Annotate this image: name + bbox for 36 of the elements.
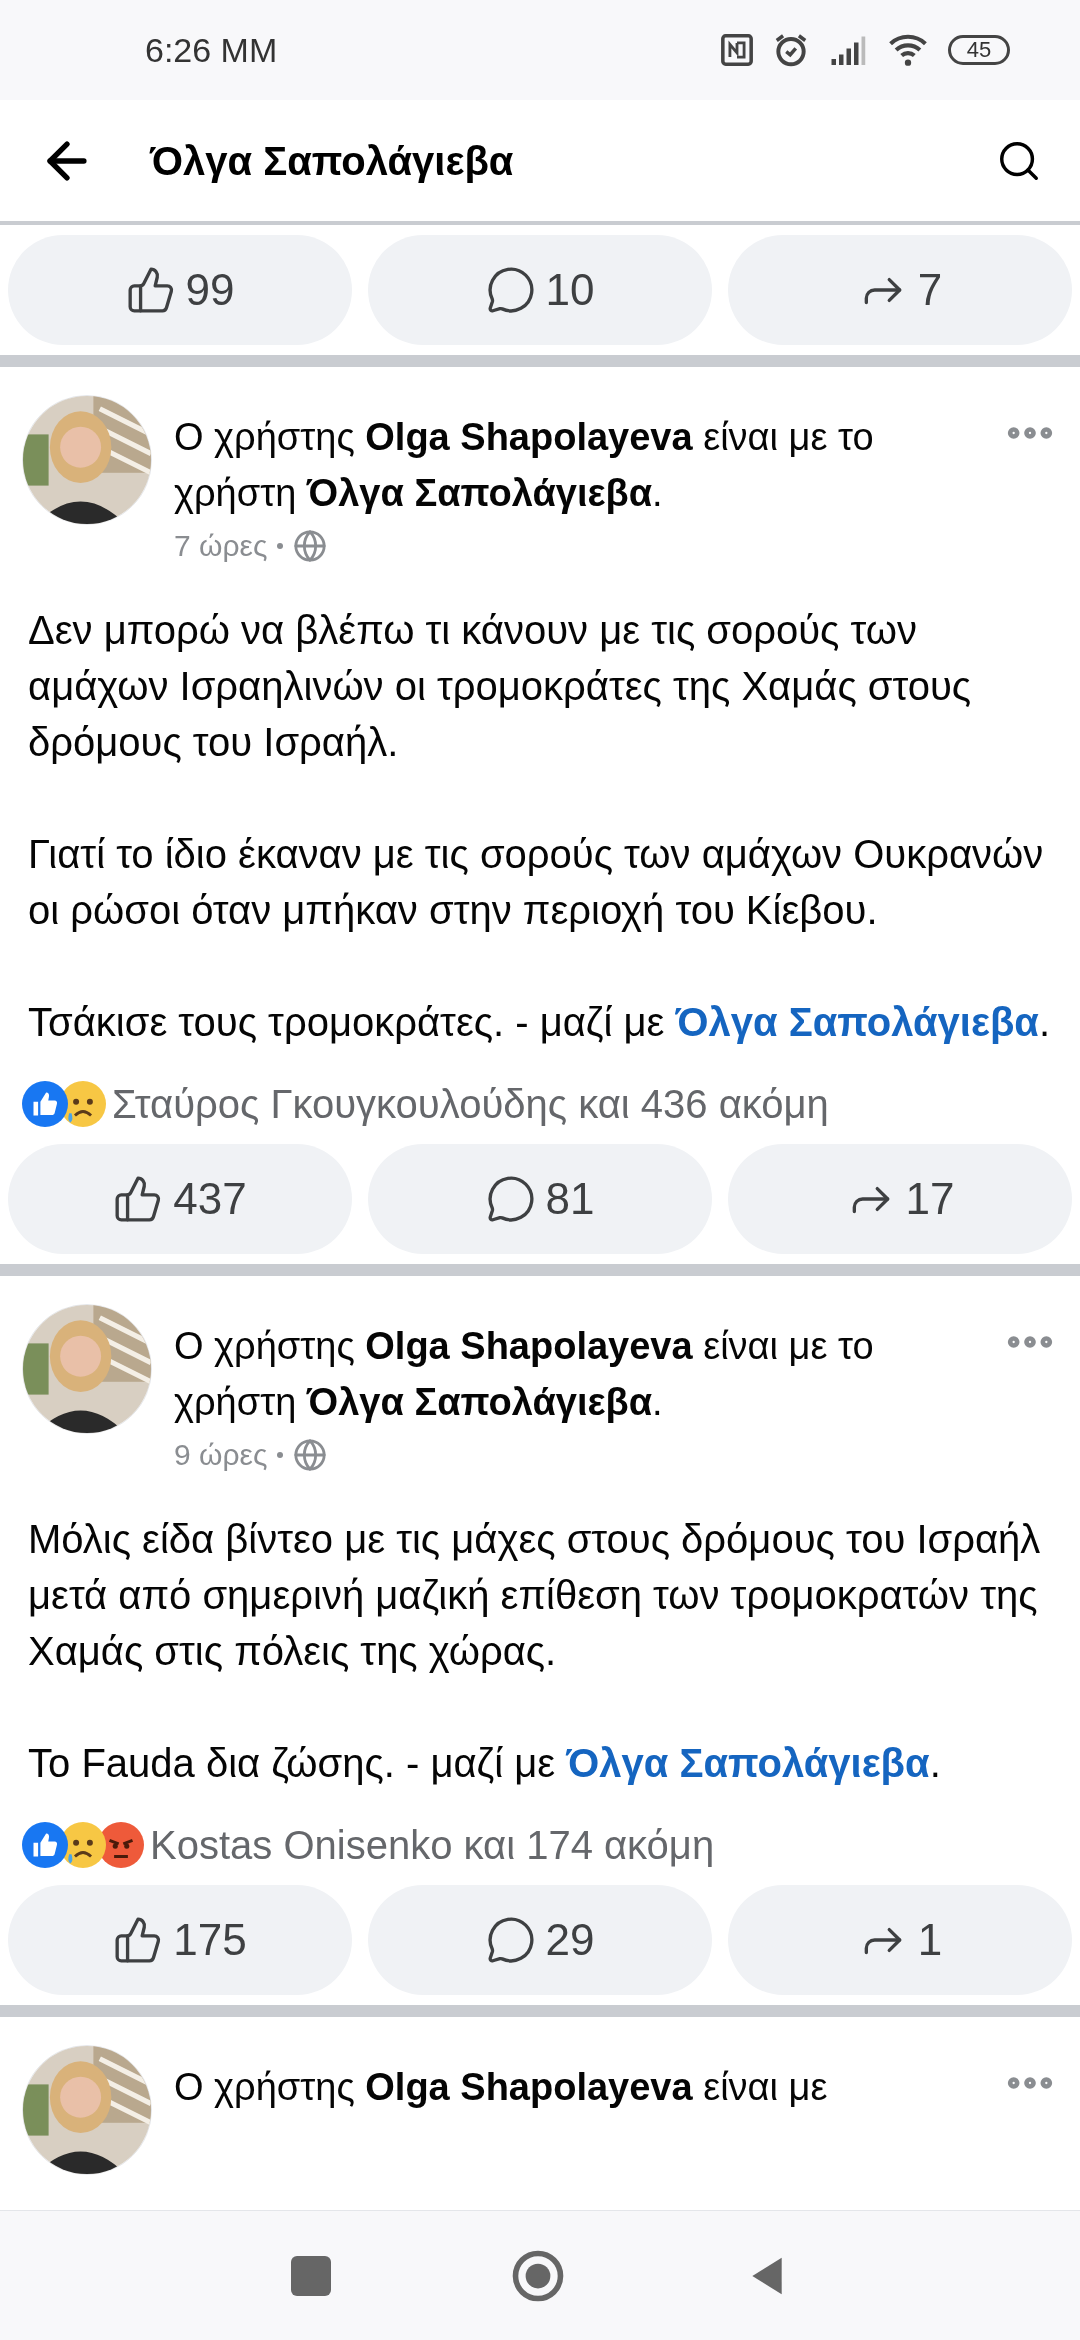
like-reaction-icon [22,1081,68,1127]
tagged-user-link[interactable]: Όλγα Σαπολάγιεβα [566,1741,930,1785]
home-button[interactable] [511,2248,565,2303]
reaction-summary[interactable]: Kostas Onisenko και 174 ακόμη [150,1815,715,1875]
recent-apps-button[interactable] [291,2255,331,2296]
like-reaction-icon [22,1822,68,1868]
comment-icon [485,1915,536,1965]
post-text: Τσάκισε τους τρομοκράτες. - μαζί με Όλγα Σαπολάγιεβα. [28,999,1052,1046]
post-text: Δεν μπορώ να βλέπω τι κάνουν με τις σορούς των αμάχων Ισραηλινών οι τρομοκράτες της Χαμάς στους δρόμους του Ισραήλ. [28,607,973,766]
post-time: 7 ώρες [174,528,268,564]
like-button[interactable]: 99 [8,235,352,345]
share-button[interactable]: 7 [728,235,1072,345]
globe-icon [293,528,328,563]
post-author-line: Ο χρήστης Olga Shapolayeva είναι με το χρήστη Όλγα Σαπολάγιεβα. [174,1324,875,1425]
post-time: 9 ώρες [174,1437,268,1473]
post-text: Το Fauda δια ζώσης. - μαζί με Όλγα Σαπολάγιεβα. [28,1740,942,1787]
share-button[interactable]: 1 [728,1885,1072,1995]
like-button[interactable]: 175 [8,1885,352,1995]
post-text: Γιατί το ίδιο έκαναν με τις σορούς των αμάχων Ουκρανών οι ρώσοι όταν μπήκαν στην περιοχή του Κίεβου. [28,831,1045,934]
comment-button[interactable]: 81 [368,1144,712,1254]
globe-icon [293,1437,328,1472]
status-time: 6:26 MM [145,29,278,71]
post-author-line: Ο χρήστης Olga Shapolayeva είναι με [174,2065,829,2110]
post-text: Μόλις είδα βίντεο με τις μάχες στους δρόμους του Ισραήλ μετά από σημερινή μαζική επίθεση των τρομοκρατών της Χαμάς στις πόλεις της χώρας. [28,1516,1042,1675]
post-author-line: Ο χρήστης Olga Shapolayeva είναι με το χρήστη Όλγα Σαπολάγιεβα. [174,415,875,516]
comment-button[interactable]: 10 [368,235,712,345]
share-button[interactable]: 17 [728,1144,1072,1254]
comment-icon [485,1174,536,1224]
comment-button[interactable]: 29 [368,1885,712,1995]
like-button[interactable]: 437 [8,1144,352,1254]
tagged-user-link[interactable]: Όλγα Σαπολάγιεβα [675,1000,1039,1044]
comment-icon [485,265,536,315]
page-title: Όλγα Σαπολάγιεβα [150,137,514,185]
nfc-icon [720,33,754,67]
reaction-summary[interactable]: Σταύρος Γκουγκουλούδης και 436 ακόμη [112,1074,829,1134]
battery-indicator: 45 [948,35,1010,65]
